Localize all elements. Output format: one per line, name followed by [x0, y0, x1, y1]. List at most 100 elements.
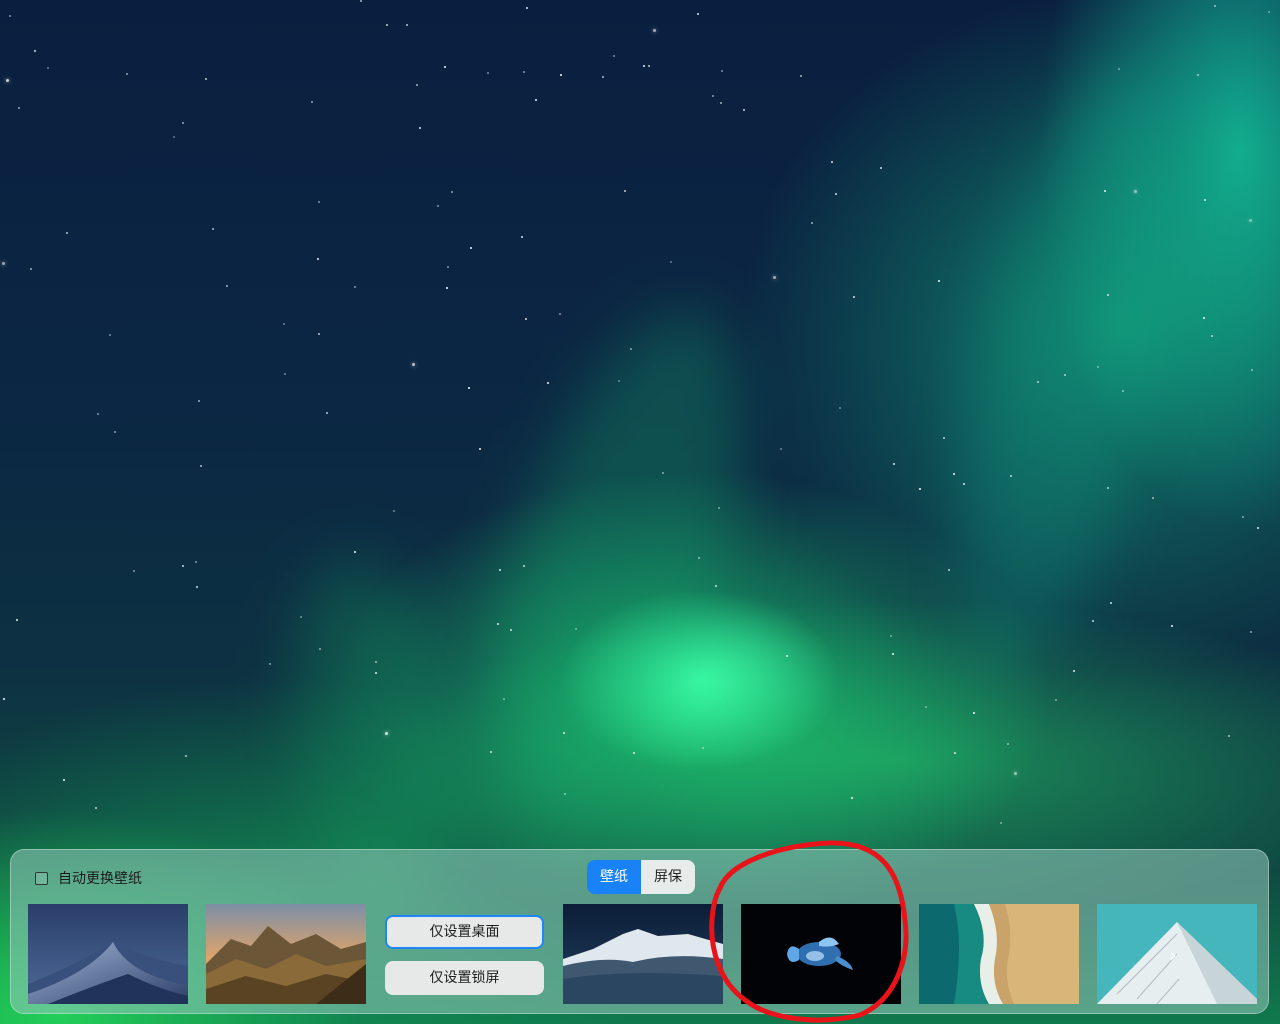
auto-change-checkbox[interactable]: [35, 871, 48, 885]
star: [375, 672, 377, 674]
star: [354, 286, 356, 288]
star: [326, 412, 328, 414]
star: [564, 793, 566, 795]
star: [510, 629, 512, 631]
auto-change-wallpaper[interactable]: 自动更换壁纸: [35, 868, 142, 888]
star: [523, 565, 525, 567]
star: [718, 507, 720, 509]
star: [811, 222, 813, 224]
star: [1097, 366, 1099, 368]
star: [1204, 199, 1206, 201]
mountain-sunset-image: [206, 904, 366, 1004]
star: [195, 561, 197, 563]
star: [743, 109, 745, 111]
star: [416, 84, 418, 86]
star: [963, 483, 965, 485]
star: [892, 653, 894, 655]
star: [1055, 699, 1057, 701]
star: [173, 136, 175, 138]
star: [953, 473, 955, 475]
star: [97, 413, 99, 415]
star: [1134, 190, 1137, 193]
auto-change-label: 自动更换壁纸: [58, 871, 142, 887]
star: [34, 50, 36, 52]
star: [721, 70, 723, 72]
star: [919, 488, 921, 490]
star: [1110, 602, 1112, 604]
star: [269, 663, 271, 665]
star: [633, 752, 635, 754]
star: [780, 448, 782, 450]
star: [406, 24, 408, 26]
star: [198, 400, 200, 402]
star: [109, 334, 111, 336]
wallpaper-thumbnail[interactable]: [741, 904, 901, 1004]
wallpaper-thumbnail[interactable]: [28, 904, 188, 1004]
star: [1107, 294, 1109, 296]
star: [773, 276, 776, 279]
desert-dunes-image: [28, 904, 188, 1004]
star: [893, 463, 895, 465]
tab-wallpaper[interactable]: 壁纸: [587, 860, 641, 894]
star: [521, 236, 523, 238]
star: [66, 232, 68, 234]
star: [1000, 822, 1002, 824]
star: [948, 569, 950, 571]
star: [479, 448, 481, 450]
star: [973, 712, 975, 714]
star: [1122, 390, 1124, 392]
aerial-beach-image: [919, 904, 1079, 1004]
star: [560, 74, 562, 76]
wallpaper-thumbnail[interactable]: [206, 904, 366, 1004]
star: [831, 161, 833, 163]
star: [385, 732, 388, 735]
star: [720, 102, 722, 104]
star: [526, 7, 528, 9]
star: [1014, 772, 1017, 775]
wallpaper-thumbnail[interactable]: [919, 904, 1079, 1004]
snow-mountain-image: [563, 904, 723, 1004]
betta-fish-image: [741, 904, 901, 1004]
set-desktop-only-button[interactable]: 仅设置桌面: [385, 915, 544, 949]
star: [386, 24, 388, 26]
star: [133, 570, 135, 572]
star: [446, 287, 448, 289]
star: [1037, 381, 1039, 383]
star: [954, 752, 956, 754]
star: [1171, 625, 1173, 627]
star: [393, 510, 395, 512]
star: [412, 363, 415, 366]
star: [9, 15, 11, 17]
star: [317, 258, 319, 260]
star: [437, 205, 439, 207]
star: [47, 67, 49, 69]
wallpaper-thumbnail[interactable]: [1097, 904, 1257, 1004]
star: [95, 807, 97, 809]
star: [447, 266, 449, 268]
star: [630, 348, 632, 350]
chevron-right-icon[interactable]: ›: [1169, 943, 1177, 967]
star: [653, 29, 656, 32]
star: [943, 437, 945, 439]
star-field: [0, 0, 1280, 840]
star: [1257, 527, 1259, 529]
tab-screensaver[interactable]: 屏保: [641, 860, 695, 894]
star: [670, 261, 672, 263]
star: [182, 565, 184, 567]
wallpaper-thumbnail[interactable]: [563, 904, 723, 1004]
star: [360, 0, 362, 2]
star: [602, 76, 604, 78]
star: [114, 431, 116, 433]
star: [311, 101, 313, 103]
star: [523, 71, 525, 73]
star: [470, 247, 472, 249]
star: [200, 465, 202, 467]
star: [354, 551, 356, 553]
star: [1211, 335, 1213, 337]
star: [318, 201, 320, 203]
star: [18, 107, 20, 109]
star: [503, 698, 505, 700]
star: [1010, 475, 1012, 477]
set-lockscreen-only-button[interactable]: 仅设置锁屏: [385, 961, 544, 995]
star: [698, 557, 700, 559]
